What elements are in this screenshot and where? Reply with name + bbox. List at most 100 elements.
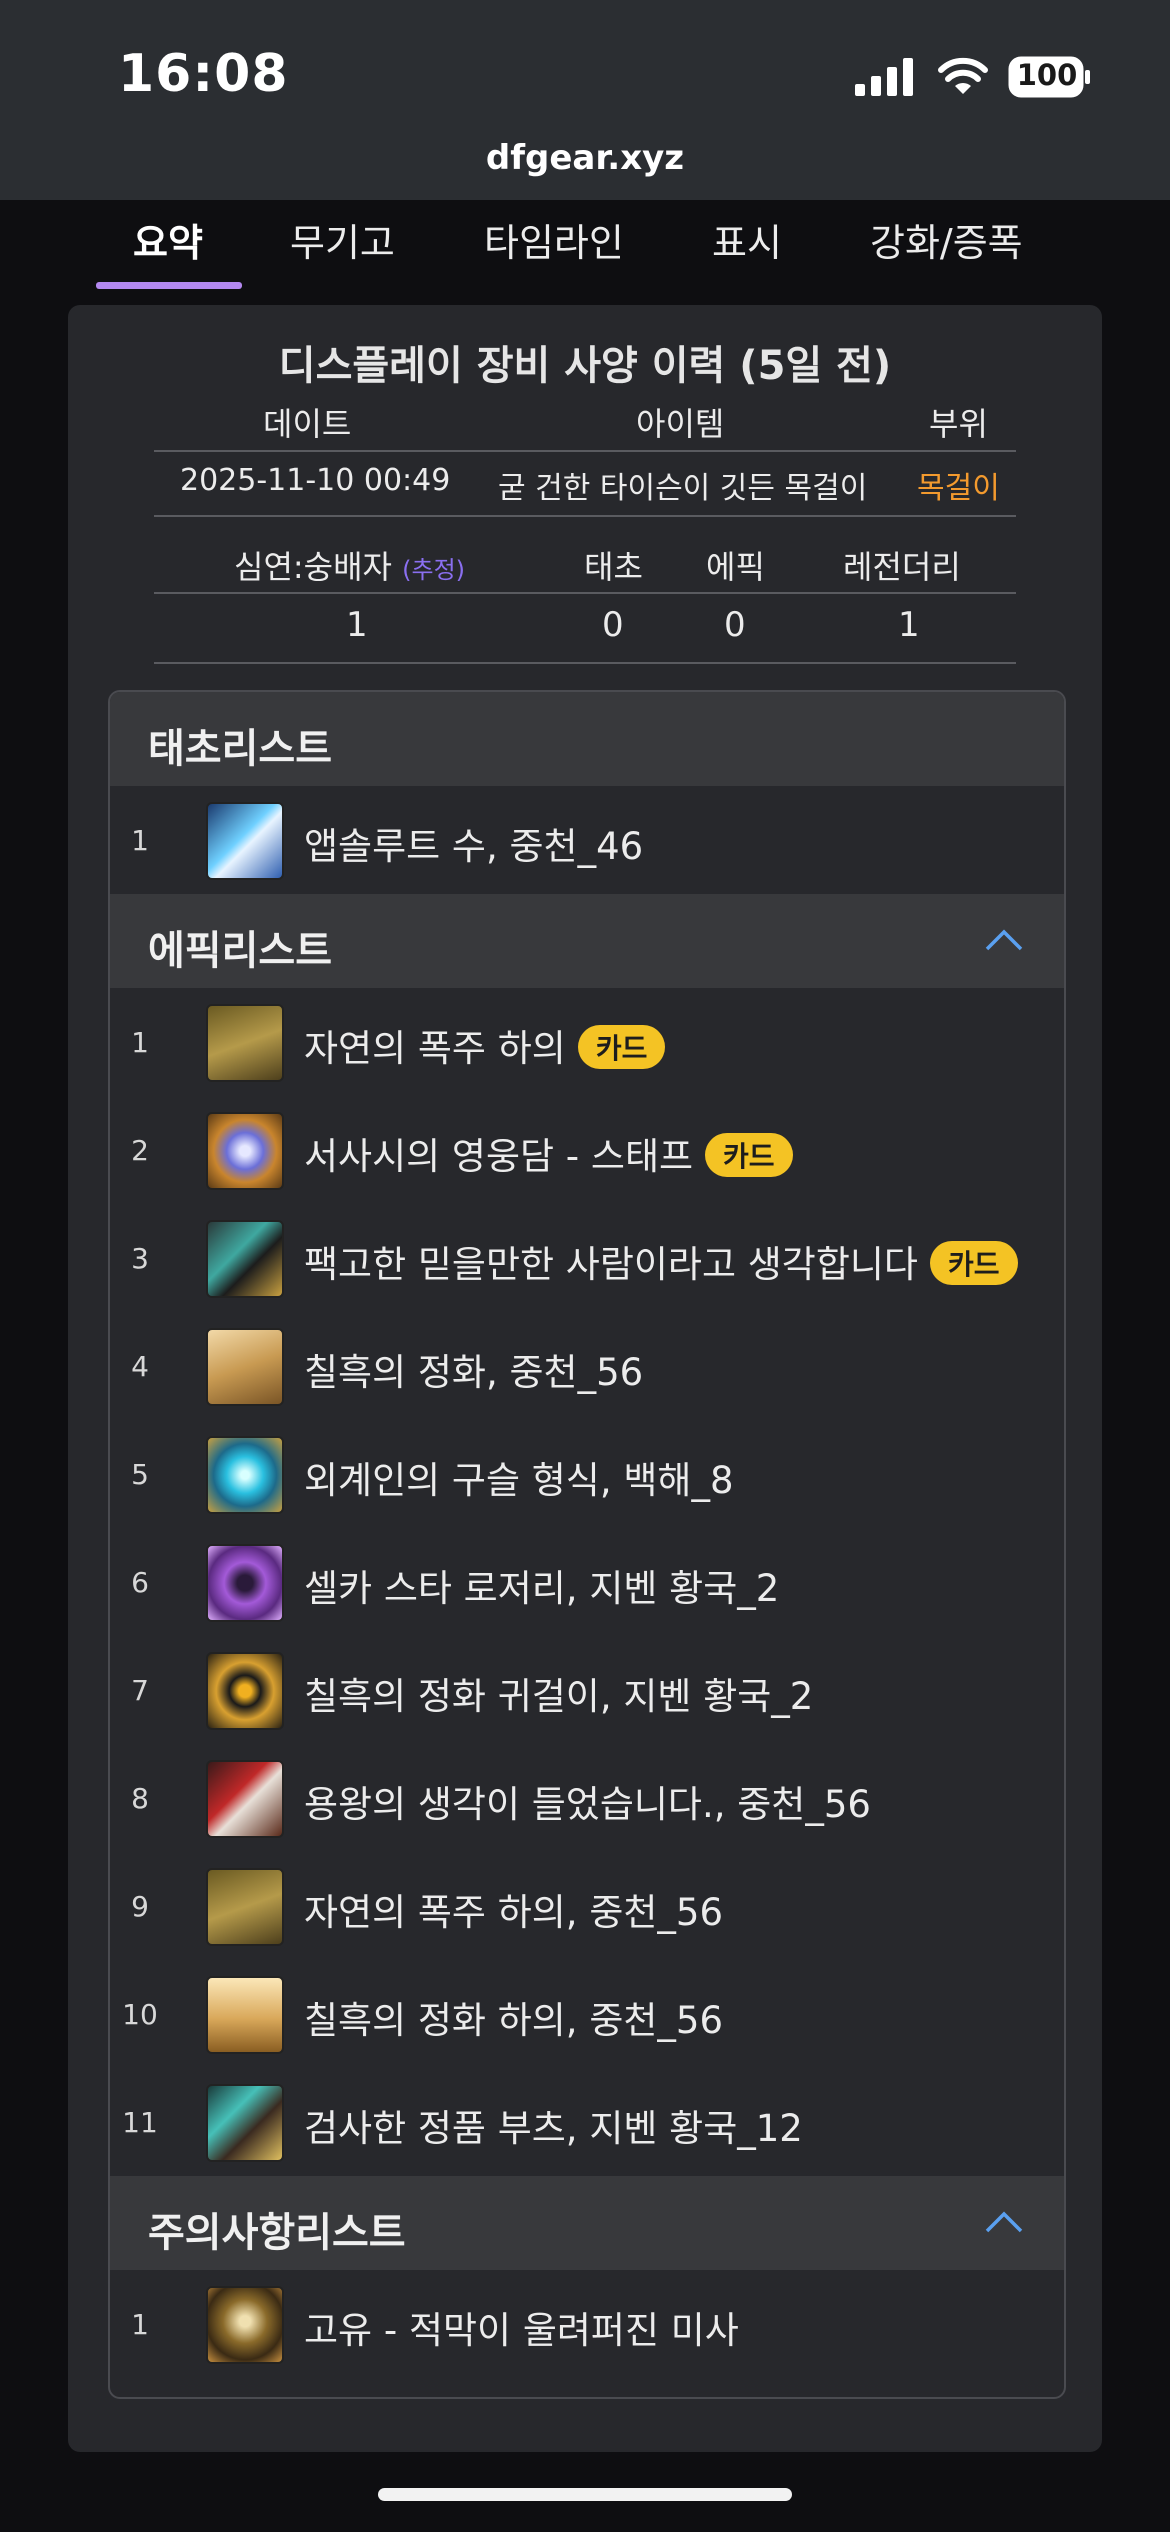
item-name: 서사시의 영웅담 - 스태프 [304, 1135, 694, 1178]
chevron-up-icon[interactable] [984, 922, 1024, 958]
shoulder-armor-icon [206, 1220, 284, 1298]
divider [154, 592, 1016, 594]
item-number: 7 [131, 1674, 149, 1707]
list-item[interactable]: 1 앱솔루트 수, 중천_46 [110, 786, 1064, 896]
item-name: 고유 - 적막이 울려퍼진 미사 [304, 2309, 739, 2352]
col-header-taecho: 태초 [584, 548, 643, 586]
col-header-depth: 심연:숭배자 (추정) [234, 542, 465, 588]
item-name-wrap: 자연의 폭주 하의 카드 [304, 1018, 666, 1073]
estimate-tag: (추정) [402, 556, 466, 584]
orb-icon [206, 1436, 284, 1514]
list-item[interactable]: 1 자연의 폭주 하의 카드 [110, 988, 1064, 1098]
item-name: 자연의 폭주 하의 [304, 1027, 566, 1070]
item-name-wrap: 서사시의 영웅담 - 스태프 카드 [304, 1126, 793, 1181]
section-header-caution[interactable]: 주의사항리스트 [110, 2176, 1064, 2272]
boots-icon [206, 2084, 284, 2162]
home-indicator[interactable] [378, 2488, 792, 2501]
item-name: 앱솔루트 수, 중천_46 [304, 825, 644, 868]
item-name: 용왕의 생각이 들었습니다., 중천_56 [304, 1783, 871, 1826]
item-name: 칠흑의 정화 하의, 중천_56 [304, 1999, 723, 2042]
item-number: 9 [131, 1890, 149, 1923]
count-depth: 1 [346, 605, 368, 645]
staff-orb-icon [206, 1112, 284, 1190]
count-taecho: 0 [602, 605, 624, 645]
star-rosary-icon [206, 1544, 284, 1622]
url-bar[interactable]: dfgear.xyz [0, 138, 1170, 178]
item-number: 8 [131, 1782, 149, 1815]
col-header-slot: 부위 [929, 405, 988, 443]
count-legendary: 1 [898, 605, 920, 645]
pants-icon [206, 1868, 284, 1946]
item-number: 10 [122, 1998, 158, 2031]
cellular-signal-icon [855, 58, 913, 96]
chevron-up-icon[interactable] [984, 2204, 1024, 2240]
tab-enhance[interactable]: 강화/증폭 [870, 212, 1023, 267]
card-badge: 카드 [929, 1240, 1018, 1285]
item-number: 2 [131, 1134, 149, 1167]
tab-timeline[interactable]: 타임라인 [484, 212, 624, 267]
tab-display[interactable]: 표시 [712, 212, 782, 267]
item-name: 칠흑의 정화, 중천_56 [304, 1351, 644, 1394]
card-badge: 카드 [577, 1024, 666, 1069]
depth-label: 심연:숭배자 [234, 548, 392, 586]
col-header-epic: 에픽 [706, 548, 765, 586]
item-name-wrap: 팩고한 믿을만한 사람이라고 생각합니다 카드 [304, 1234, 1018, 1289]
history-slot: 목걸이 [917, 471, 1000, 506]
battery-level: 100 [1016, 58, 1078, 92]
divider [154, 662, 1016, 664]
divider [154, 515, 1016, 517]
list-item[interactable]: 5 외계인의 구슬 형식, 백해_8 [110, 1420, 1064, 1530]
tab-bar: 요약 무기고 타임라인 표시 강화/증폭 [0, 200, 1170, 290]
history-date: 2025-11-10 00:49 [180, 463, 451, 498]
item-name: 팩고한 믿을만한 사람이라고 생각합니다 [304, 1243, 918, 1286]
wifi-icon [938, 57, 988, 94]
item-name: 자연의 폭주 하의, 중천_56 [304, 1891, 723, 1934]
divider [154, 450, 1016, 452]
blade-icon [206, 1760, 284, 1838]
item-number: 1 [131, 2308, 149, 2341]
col-header-item: 아이템 [636, 405, 725, 443]
earring-icon [206, 1652, 284, 1730]
section-title: 주의사항리스트 [148, 2210, 406, 2256]
list-item[interactable]: 4 칠흑의 정화, 중천_56 [110, 1312, 1064, 1422]
list-item[interactable]: 3 팩고한 믿을만한 사람이라고 생각합니다 카드 [110, 1204, 1064, 1314]
tab-summary[interactable]: 요약 [133, 212, 203, 267]
item-list: 태초리스트 1 앱솔루트 수, 중천_46 에픽리스트 1 자연의 폭주 하의 카… [108, 690, 1066, 2399]
list-item[interactable]: 1 고유 - 적막이 울려퍼진 미사 [110, 2270, 1064, 2378]
list-item[interactable]: 2 서사시의 영웅담 - 스태프 카드 [110, 1096, 1064, 1206]
item-name: 외계인의 구슬 형식, 백해_8 [304, 1459, 734, 1502]
battery-icon: 100 [1008, 56, 1092, 98]
item-number: 4 [131, 1350, 149, 1383]
sword-icon [206, 802, 284, 880]
history-item[interactable]: 굳 건한 타이슨이 깃든 목걸이 [498, 463, 867, 507]
clock: 16:08 [118, 44, 289, 104]
item-number: 6 [131, 1566, 149, 1599]
item-name: 셀카 스타 로저리, 지벤 황국_2 [304, 1567, 780, 1610]
col-header-date: 데이트 [263, 405, 352, 443]
tab-arsenal[interactable]: 무기고 [290, 212, 395, 267]
cloth-armor-icon [206, 1328, 284, 1406]
list-item[interactable]: 9 자연의 폭주 하의, 중천_56 [110, 1852, 1064, 1962]
item-number: 3 [131, 1242, 149, 1275]
section-header-taecho[interactable]: 태초리스트 [110, 692, 1064, 788]
section-header-epic[interactable]: 에픽리스트 [110, 894, 1064, 990]
item-number: 1 [131, 824, 149, 857]
equipment-history-card: 디스플레이 장비 사양 이력 (5일 전) 데이트 아이템 부위 2025-11… [68, 305, 1102, 2452]
card-title: 디스플레이 장비 사양 이력 (5일 전) [278, 343, 892, 389]
section-title: 태초리스트 [148, 726, 332, 772]
robe-icon [206, 1976, 284, 2054]
item-name: 칠흑의 정화 귀걸이, 지벤 황국_2 [304, 1675, 814, 1718]
active-tab-indicator [96, 282, 242, 289]
pants-icon [206, 1004, 284, 1082]
bell-icon [206, 2286, 284, 2364]
list-item[interactable]: 6 셀카 스타 로저리, 지벤 황국_2 [110, 1528, 1064, 1638]
list-item[interactable]: 11 검사한 정품 부츠, 지벤 황국_12 [110, 2068, 1064, 2178]
card-badge: 카드 [705, 1132, 793, 1177]
status-bar: 16:08 100 dfgear.xyz [0, 0, 1170, 200]
list-item[interactable]: 7 칠흑의 정화 귀걸이, 지벤 황국_2 [110, 1636, 1064, 1746]
list-item[interactable]: 8 용왕의 생각이 들었습니다., 중천_56 [110, 1744, 1064, 1854]
section-title: 에픽리스트 [148, 928, 332, 974]
col-header-legendary: 레전더리 [843, 548, 961, 586]
list-item[interactable]: 10 칠흑의 정화 하의, 중천_56 [110, 1960, 1064, 2070]
item-number: 1 [131, 1026, 149, 1059]
